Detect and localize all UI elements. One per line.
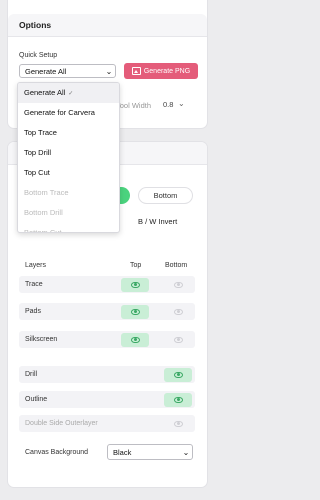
tool-width-value[interactable]: 0.8	[163, 100, 173, 109]
check-icon: ✓	[68, 91, 74, 97]
eye-icon[interactable]	[164, 392, 192, 407]
layer-name: Drill	[25, 371, 38, 378]
chevron-down-icon: ⌄	[182, 447, 190, 457]
eye-icon[interactable]	[121, 304, 149, 319]
layer-row-trace: Trace	[19, 276, 195, 293]
layer-name: Outline	[25, 396, 48, 403]
image-icon	[131, 67, 141, 75]
layer-row-outline: Outline	[19, 391, 195, 408]
eye-off-icon[interactable]	[164, 333, 192, 347]
dropdown-item: Bottom Trace	[24, 188, 69, 197]
layer-name: Pads	[25, 308, 41, 315]
quick-setup-value: Generate All	[25, 66, 67, 76]
dropdown-item[interactable]: Top Trace	[18, 123, 119, 143]
chevron-down-icon: ⌄	[105, 66, 113, 76]
layer-row-drill: Drill	[19, 366, 195, 383]
layers-header: Layers	[25, 262, 47, 269]
eye-icon[interactable]	[121, 332, 149, 347]
tool-width-label: Tool Width	[116, 101, 152, 110]
eye-icon[interactable]	[121, 277, 149, 292]
chevron-down-icon[interactable]: ⌄	[178, 99, 185, 108]
canvas-background-value: Black	[113, 447, 132, 457]
canvas-background-label: Canvas Background	[25, 449, 89, 456]
quick-setup-select[interactable]: Generate All ⌄	[19, 64, 116, 78]
top-header: Top	[130, 262, 142, 269]
layer-name: Double Side Outerlayer	[25, 420, 98, 427]
generate-png-button[interactable]: Generate PNG	[124, 63, 198, 79]
bw-invert-label[interactable]: B / W Invert	[138, 217, 177, 226]
bottom-header: Bottom	[165, 262, 188, 269]
dropdown-item: Bottom Cut	[24, 228, 62, 233]
side-toggle-bottom[interactable]: Bottom	[138, 187, 193, 204]
dropdown-item[interactable]: Generate All ✓	[18, 83, 119, 103]
generate-png-label: Generate PNG	[143, 67, 191, 75]
layer-name: Trace	[25, 281, 43, 288]
options-title: Options	[8, 14, 207, 37]
dropdown-item[interactable]: Generate for Carvera	[18, 103, 119, 123]
canvas-background-select[interactable]: Black ⌄	[107, 444, 193, 460]
layer-row-pads: Pads	[19, 303, 195, 320]
eye-off-icon[interactable]	[164, 417, 192, 431]
layer-row-double-side: Double Side Outerlayer	[19, 415, 195, 432]
dropdown-item[interactable]: Top Drill	[18, 143, 119, 163]
layer-row-silkscreen: Silkscreen	[19, 331, 195, 348]
dropdown-item[interactable]: Top Cut	[18, 163, 119, 183]
dropdown-item: Bottom Drill	[24, 208, 63, 217]
layer-name: Silkscreen	[25, 336, 58, 343]
eye-off-icon[interactable]	[164, 305, 192, 319]
quick-setup-label: Quick Setup	[19, 52, 58, 59]
quick-setup-dropdown: Generate All ✓ Generate for Carvera Top T…	[17, 82, 120, 233]
eye-off-icon[interactable]	[164, 278, 192, 292]
eye-icon[interactable]	[164, 367, 192, 382]
